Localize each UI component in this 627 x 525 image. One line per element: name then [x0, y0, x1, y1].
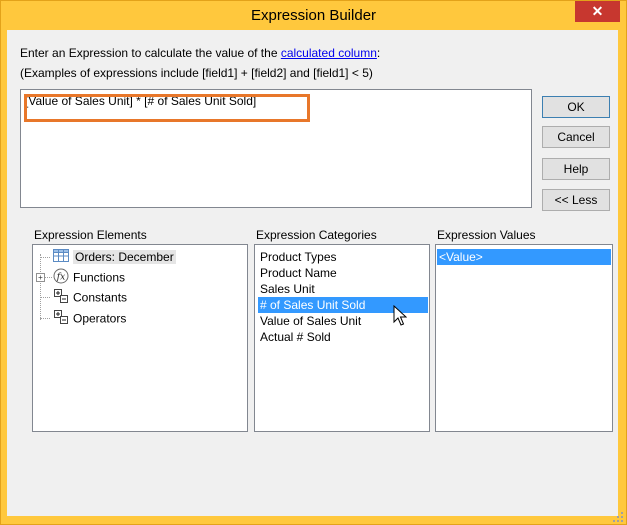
expand-functions-toggle[interactable]: + [36, 273, 45, 282]
list-item[interactable]: Value of Sales Unit [258, 313, 363, 329]
dialog-title: Expression Builder [250, 7, 377, 24]
tree-connector-branch [40, 318, 50, 319]
tree-item-functions[interactable]: fx Functions [53, 268, 125, 286]
tree-connector-branch [40, 297, 50, 298]
expression-input[interactable]: [Value of Sales Unit] * [# of Sales Unit… [20, 89, 532, 208]
expression-values-label: Expression Values [437, 228, 536, 242]
tree-item-label: Functions [73, 270, 126, 285]
list-item[interactable]: Actual # Sold [258, 329, 333, 345]
list-item[interactable]: Sales Unit [258, 281, 317, 297]
tree-connector-branch [40, 257, 50, 258]
operators-icon [53, 309, 69, 330]
help-button[interactable]: Help [542, 158, 610, 180]
list-item[interactable]: Product Types [258, 249, 339, 265]
instruction-colon: : [376, 46, 381, 60]
tree-item-constants[interactable]: Constants [53, 288, 127, 306]
expression-elements-tree[interactable]: Orders: December + fx Functions Constant… [32, 244, 248, 432]
title-bar[interactable]: Expression Builder ✕ [1, 1, 626, 31]
svg-text:fx: fx [56, 273, 65, 283]
list-item-selected[interactable]: <Value> [437, 249, 611, 265]
tree-connector-branch [44, 277, 52, 278]
mouse-pointer-icon [393, 304, 408, 330]
expression-values-list[interactable]: <Value> [435, 244, 613, 432]
function-icon: fx [53, 268, 69, 289]
tree-connector-line [40, 254, 41, 320]
ok-button[interactable]: OK [542, 96, 610, 118]
tree-item-label: Constants [73, 290, 128, 305]
tree-item-orders-december[interactable]: Orders: December [53, 248, 176, 266]
resize-grip-icon[interactable] [613, 511, 623, 522]
less-button[interactable]: << Less [542, 189, 610, 211]
instruction-text: Enter an Expression to calculate the val… [20, 46, 281, 60]
instruction-line-2: (Examples of expressions include [field1… [20, 66, 373, 80]
expression-categories-label: Expression Categories [256, 228, 377, 242]
list-item[interactable]: Product Name [258, 265, 339, 281]
table-icon [53, 248, 69, 267]
close-button[interactable]: ✕ [575, 1, 620, 22]
instruction-line-1: Enter an Expression to calculate the val… [20, 46, 380, 60]
calculated-column-link[interactable]: calculated column [281, 46, 377, 60]
constants-icon [53, 288, 69, 309]
tree-item-operators[interactable]: Operators [53, 309, 126, 327]
expression-categories-list[interactable]: Product Types Product Name Sales Unit # … [254, 244, 430, 432]
expression-elements-label: Expression Elements [34, 228, 147, 242]
tree-item-label: Operators [73, 311, 127, 326]
tree-item-label: Orders: December [73, 250, 176, 264]
expression-text: [Value of Sales Unit] * [# of Sales Unit… [25, 94, 257, 108]
cancel-button[interactable]: Cancel [542, 126, 610, 148]
